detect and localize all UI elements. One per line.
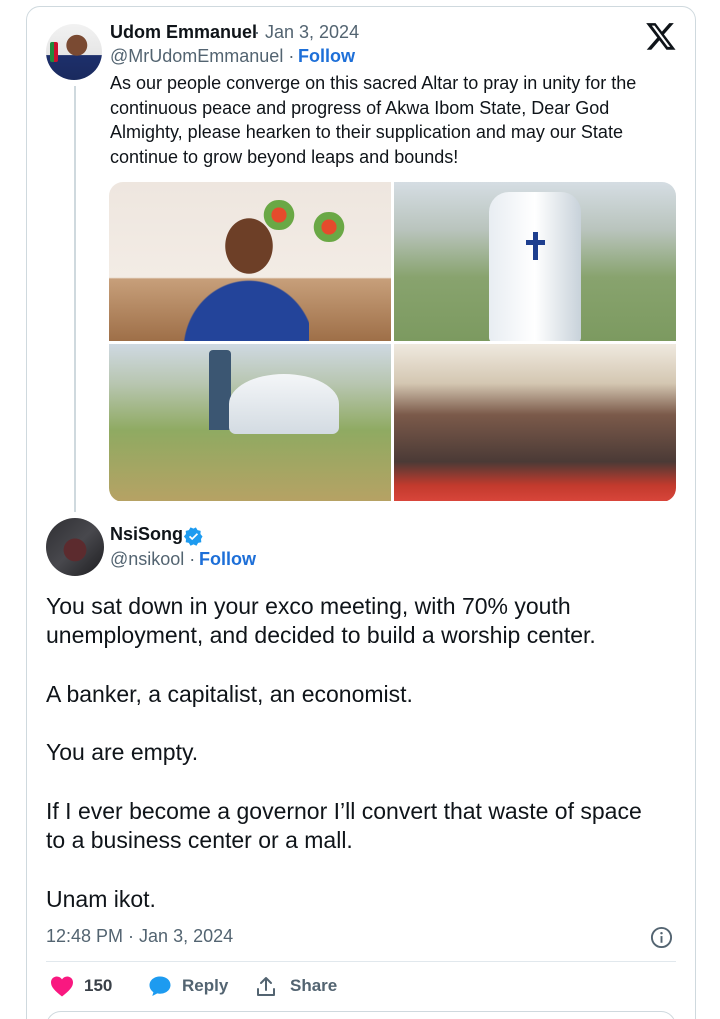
tweet-paragraph: If I ever become a governor I’ll convert… bbox=[46, 798, 642, 853]
cross-shape bbox=[526, 240, 545, 245]
congregation-photo[interactable] bbox=[394, 344, 676, 501]
share-icon[interactable] bbox=[254, 975, 278, 999]
author-handle[interactable]: @nsikool · bbox=[110, 549, 195, 570]
speaker-photo[interactable] bbox=[109, 182, 391, 341]
author-avatar[interactable] bbox=[46, 518, 104, 576]
church-building bbox=[489, 192, 581, 341]
quoted-author-handle[interactable]: @MrUdomEmmanuel · bbox=[110, 46, 294, 67]
verified-badge-icon bbox=[183, 527, 203, 546]
aerial-church-photo[interactable] bbox=[394, 182, 676, 341]
reply-button[interactable]: Reply bbox=[182, 976, 228, 996]
quoted-follow-button[interactable]: Follow bbox=[298, 46, 355, 67]
heart-icon[interactable] bbox=[50, 975, 74, 997]
quoted-author-name[interactable]: Udom Emmanuel bbox=[110, 22, 257, 43]
aerial-worship-center-photo[interactable] bbox=[109, 344, 391, 501]
tweet-timestamp[interactable]: 12:48 PM · Jan 3, 2024 bbox=[46, 926, 233, 947]
quoted-date[interactable]: · Jan 3, 2024 bbox=[254, 22, 359, 43]
quoted-tweet-text: As our people converge on this sacred Al… bbox=[110, 73, 637, 167]
read-replies-button[interactable] bbox=[46, 1011, 676, 1019]
thread-line bbox=[74, 86, 76, 512]
like-count[interactable]: 150 bbox=[84, 976, 112, 996]
divider bbox=[46, 961, 676, 962]
reply-bubble-icon[interactable] bbox=[148, 975, 172, 997]
tweet-paragraph: Unam ikot. bbox=[46, 886, 156, 912]
flag-pin bbox=[50, 42, 58, 62]
speaker-figure bbox=[179, 210, 309, 341]
cross-shape bbox=[533, 232, 538, 260]
follow-button[interactable]: Follow bbox=[199, 549, 256, 570]
tweet-paragraph: You are empty. bbox=[46, 739, 199, 765]
author-name[interactable]: NsiSong bbox=[110, 524, 183, 545]
quoted-media-grid[interactable] bbox=[109, 182, 676, 502]
tweet-paragraph: A banker, a capitalist, an economist. bbox=[46, 681, 413, 707]
x-logo-icon[interactable] bbox=[645, 20, 677, 52]
flower-decoration bbox=[309, 212, 349, 242]
quoted-author-avatar[interactable] bbox=[46, 24, 102, 80]
dome-building bbox=[229, 374, 339, 434]
tweet-paragraph: You sat down in your exco meeting, with … bbox=[46, 593, 596, 648]
info-icon[interactable] bbox=[650, 926, 673, 949]
tower-building bbox=[209, 350, 231, 430]
share-button[interactable]: Share bbox=[290, 976, 337, 996]
